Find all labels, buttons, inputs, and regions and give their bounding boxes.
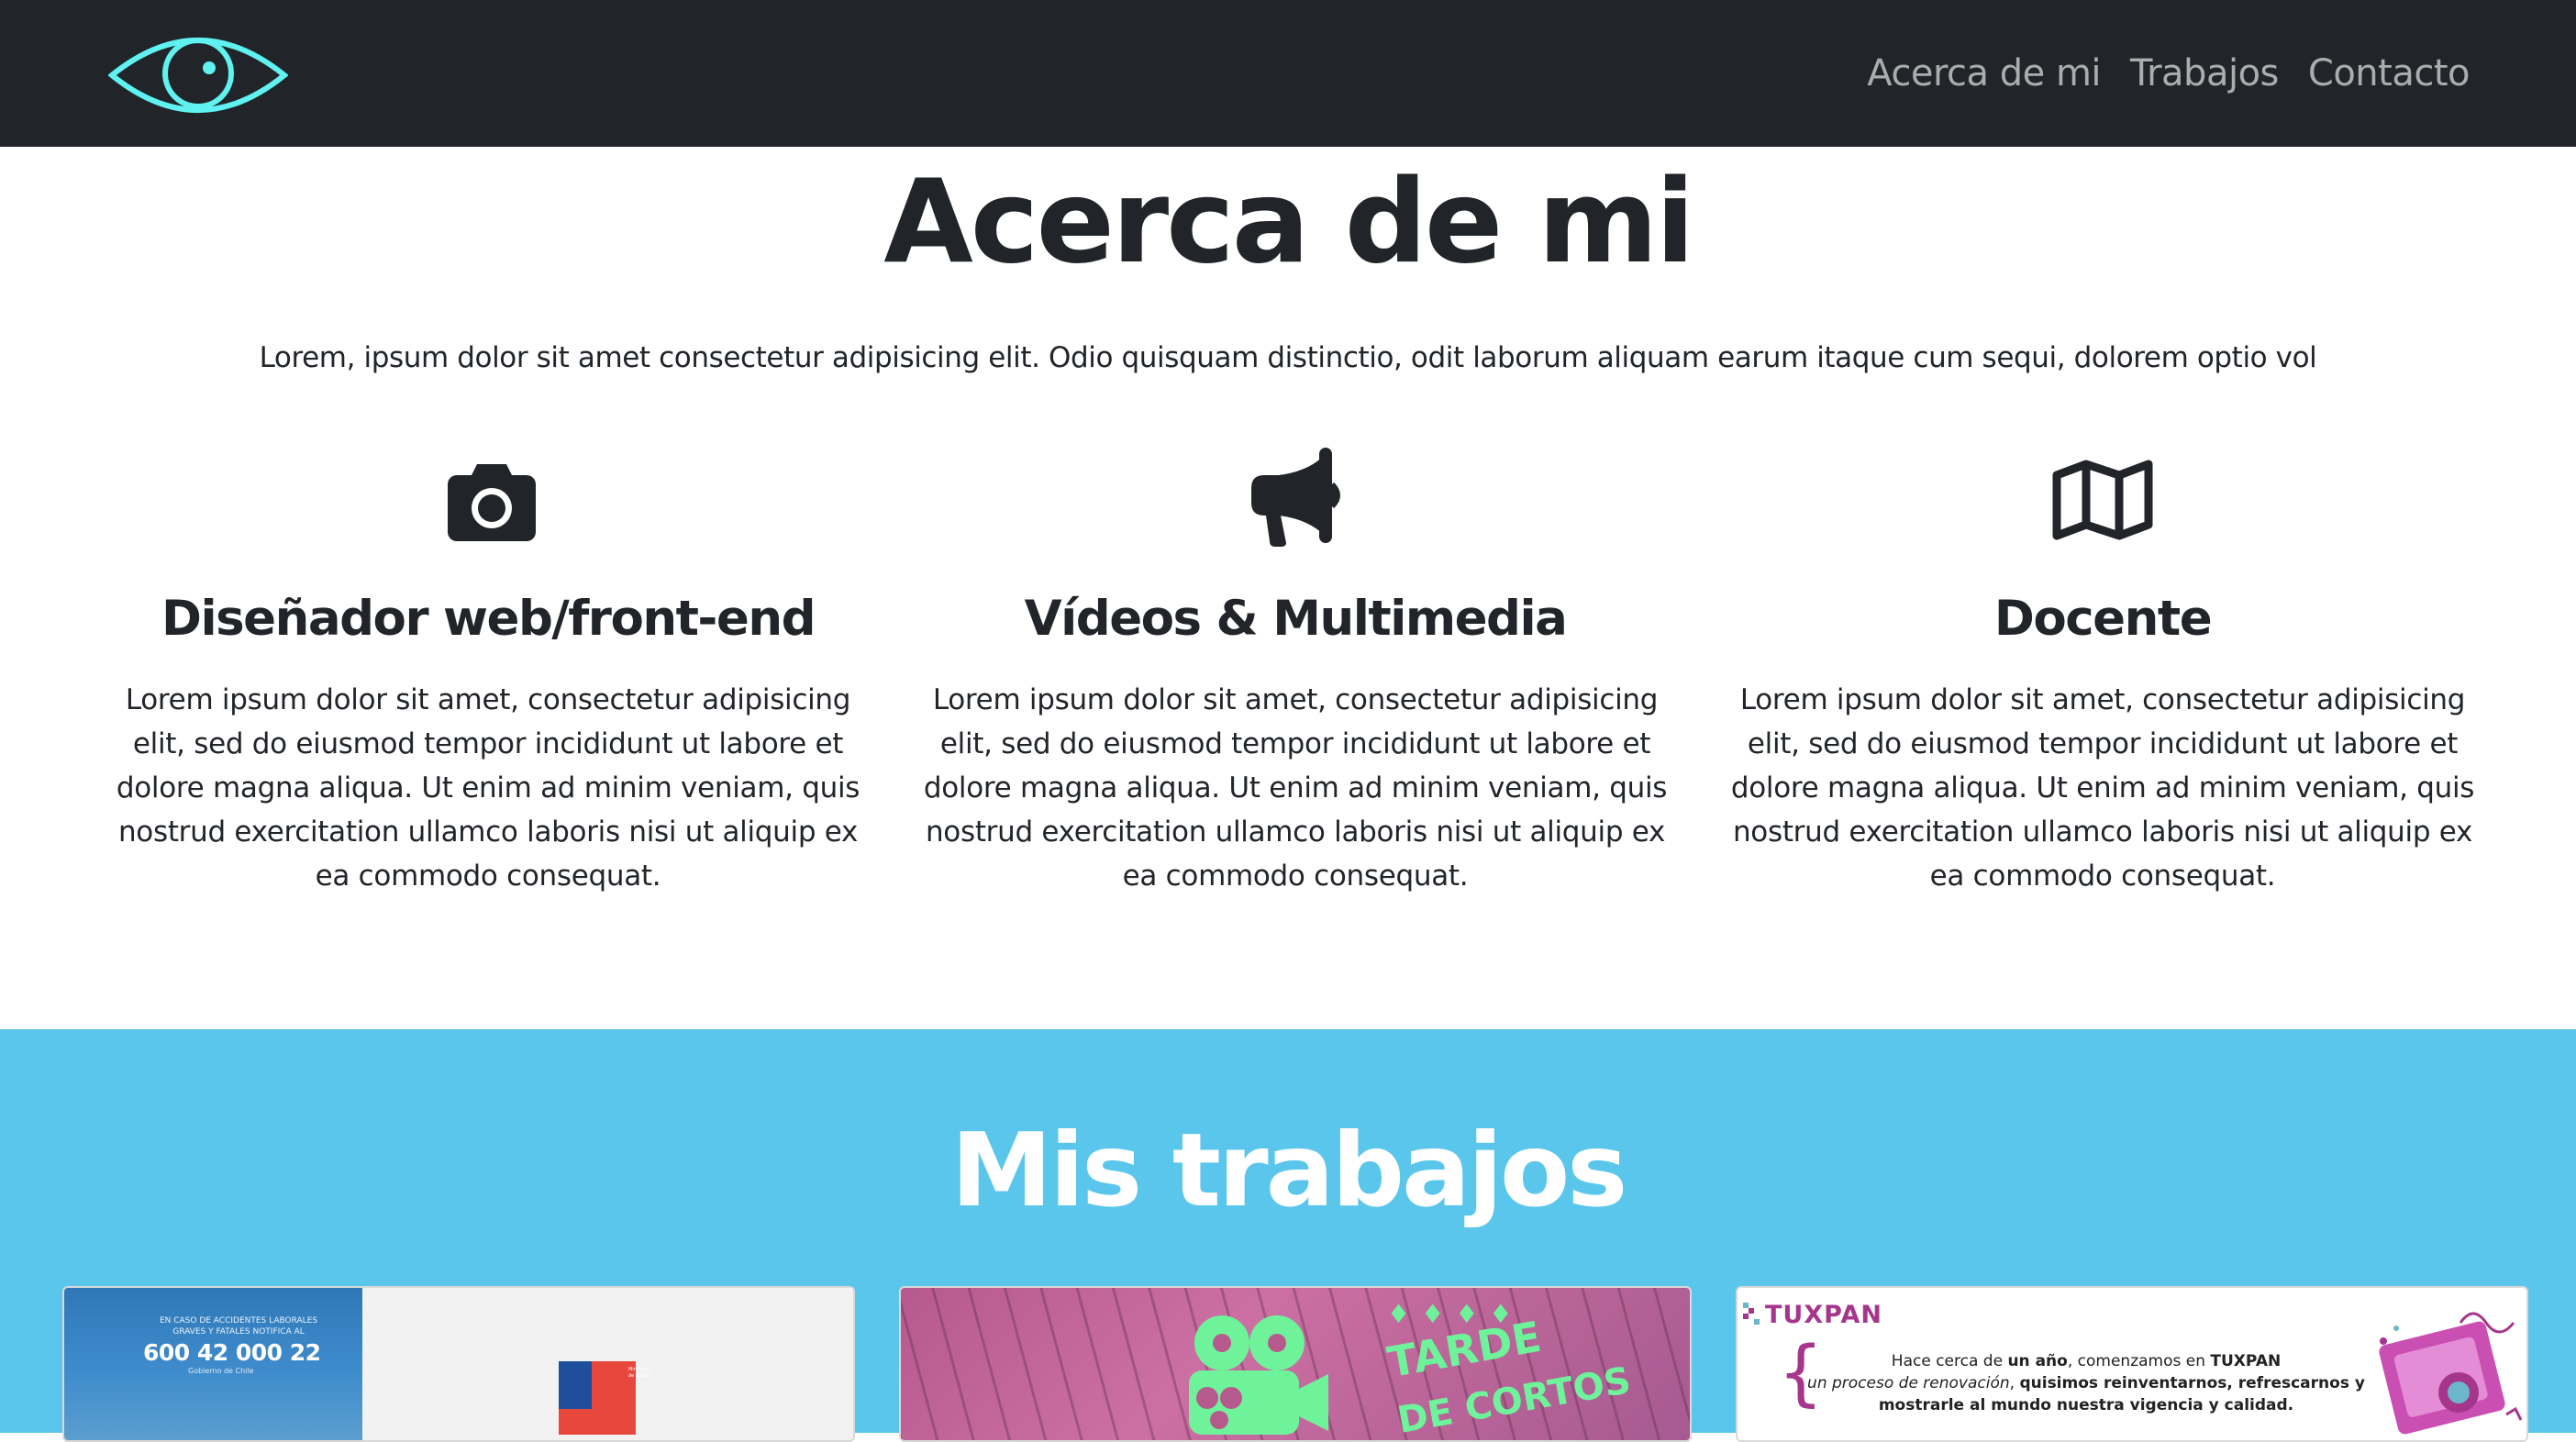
logo-text: Ministerio de Salud — [628, 1367, 651, 1379]
nav-link-contacto[interactable]: Contacto — [2308, 52, 2471, 94]
film-camera-icon — [1189, 1315, 1328, 1435]
card-thumbnail: EN CASO DE ACCIDENTES LABORALES GRAVES Y… — [64, 1288, 362, 1440]
feature-title: Diseñador web/front-end — [161, 591, 816, 647]
work-card-cortos[interactable]: ♦♦♦♦ TARDE DE CORTOS — [899, 1286, 1692, 1442]
logo-blue-block — [559, 1361, 592, 1409]
navbar: Acerca de mi Trabajos Contacto — [0, 0, 2576, 147]
card-sub: Gobierno de Chile — [188, 1367, 254, 1375]
card-caption: EN CASO DE ACCIDENTES LABORALES GRAVES Y… — [159, 1316, 318, 1337]
nav-link-trabajos[interactable]: Trabajos — [2130, 52, 2279, 94]
feature-web: Diseñador web/front-end Lorem ipsum dolo… — [98, 448, 878, 898]
about-title: Acerca de mi — [883, 154, 1694, 289]
dashboard-illustration — [2379, 1312, 2523, 1435]
government-logo: Ministerio de Salud — [559, 1361, 650, 1435]
map-icon — [2052, 460, 2153, 540]
feature-text: Lorem ipsum dolor sit amet, consectetur … — [1730, 683, 2475, 893]
logo-red-block: Ministerio de Salud — [592, 1361, 650, 1435]
camera-icon — [448, 464, 536, 541]
card-panel: Ministerio de Salud — [362, 1288, 853, 1440]
megaphone-icon — [1251, 448, 1340, 547]
work-card-accidentes[interactable]: EN CASO DE ACCIDENTES LABORALES GRAVES Y… — [62, 1286, 855, 1442]
feature-text: Lorem ipsum dolor sit amet, consectetur … — [923, 683, 1668, 893]
eye-logo[interactable] — [108, 33, 288, 119]
work-card-tuxpan[interactable]: TUXPAN { Hace cerca de un año, comenzamo… — [1736, 1286, 2528, 1442]
works-section: Mis trabajos EN CASO DE ACCIDENTES LABOR… — [0, 1029, 2576, 1442]
about-intro: Lorem, ipsum dolor sit amet consectetur … — [259, 341, 2317, 374]
nav-link-acerca[interactable]: Acerca de mi — [1867, 52, 2101, 94]
feature-title: Vídeos & Multimedia — [1024, 591, 1568, 647]
feature-video: Vídeos & Multimedia Lorem ipsum dolor si… — [905, 448, 1685, 898]
logo-red-block — [559, 1409, 592, 1435]
feature-docente: Docente Lorem ipsum dolor sit amet, cons… — [1713, 448, 2493, 898]
tuxpan-brand: TUXPAN — [1765, 1301, 1882, 1329]
works-title: Mis trabajos — [950, 1112, 1628, 1230]
card-phone-number: 600 42 000 22 — [143, 1339, 321, 1366]
tuxpan-logo-pixels — [1743, 1303, 1760, 1325]
nav-links: Acerca de mi Trabajos Contacto — [1867, 0, 2470, 147]
card-description: Hace cerca de un año, comenzamos en TUXP… — [1807, 1352, 2365, 1414]
feature-title: Docente — [1993, 591, 2213, 647]
feature-text: Lorem ipsum dolor sit amet, consectetur … — [116, 683, 861, 893]
